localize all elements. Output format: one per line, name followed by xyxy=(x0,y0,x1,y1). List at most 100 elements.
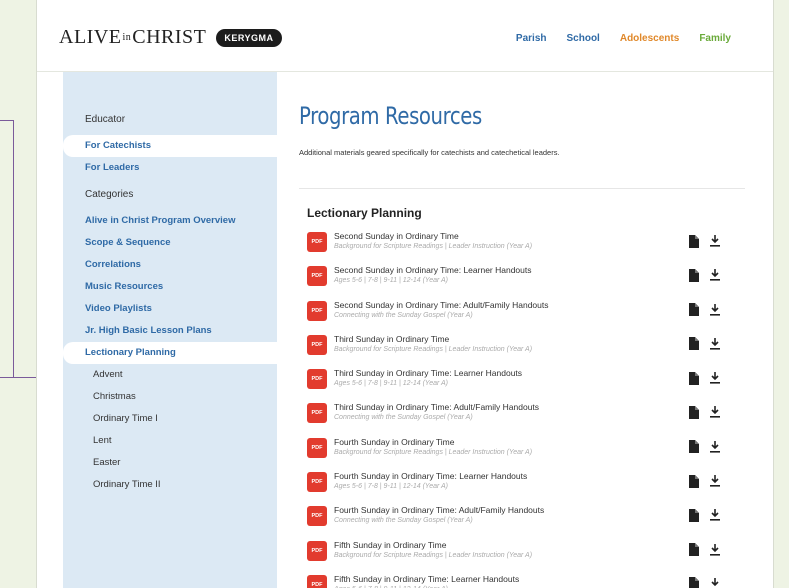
resource-subtitle: Connecting with the Sunday Gospel (Year … xyxy=(334,414,473,422)
pdf-icon[interactable]: PDF xyxy=(307,232,327,252)
open-file-icon[interactable] xyxy=(688,577,700,588)
resource-row: PDF Third Sunday in Ordinary Time: Learne… xyxy=(307,365,733,399)
download-icon[interactable] xyxy=(709,405,721,419)
download-icon[interactable] xyxy=(709,268,721,282)
sidebar-heading-categories: Categories xyxy=(85,189,134,200)
nav-link-parish[interactable]: Parish xyxy=(516,33,547,44)
open-file-icon[interactable] xyxy=(688,543,700,557)
download-icon[interactable] xyxy=(709,440,721,454)
section-title: Lectionary Planning xyxy=(307,206,422,220)
open-file-icon[interactable] xyxy=(688,440,700,454)
pdf-icon[interactable]: PDF xyxy=(307,403,327,424)
open-file-icon[interactable] xyxy=(688,405,700,419)
resource-list: PDF Second Sunday in Ordinary Time Backgro… xyxy=(307,228,733,588)
page-intro: Additional materials geared specifically… xyxy=(299,148,560,157)
sidebar-item-video-playlists[interactable]: Video Playlists xyxy=(63,298,277,320)
resource-title[interactable]: Third Sunday in Ordinary Time: Adult/Fam… xyxy=(334,402,539,412)
open-file-icon[interactable] xyxy=(688,268,700,282)
sidebar-subitem-easter[interactable]: Easter xyxy=(63,452,277,474)
resource-subtitle: Connecting with the Sunday Gospel (Year … xyxy=(334,517,473,525)
open-file-icon[interactable] xyxy=(688,337,700,351)
resource-title[interactable]: Fifth Sunday in Ordinary Time xyxy=(334,540,446,550)
resource-row: PDF Second Sunday in Ordinary Time: Learn… xyxy=(307,262,733,296)
resource-row: PDF Third Sunday in Ordinary Time Backgrou… xyxy=(307,331,733,365)
resource-subtitle: Background for Scripture Readings | Lead… xyxy=(334,551,533,559)
browser-page: ALIVE in CHRIST KERYGMA Parish School Adol… xyxy=(36,0,774,588)
resource-subtitle: Ages 5-6 | 7-8 | 9-11 | 12-14 (Year A) xyxy=(334,483,449,491)
resource-subtitle: Background for Scripture Readings | Lead… xyxy=(334,243,533,250)
resource-subtitle: Background for Scripture Readings | Lead… xyxy=(334,345,533,353)
nav-link-school[interactable]: School xyxy=(567,33,600,44)
download-icon[interactable] xyxy=(709,474,721,488)
nav-link-family[interactable]: Family xyxy=(699,33,731,44)
resource-row: PDF Second Sunday in Ordinary Time Backgro… xyxy=(307,228,733,262)
sidebar-item-for-leaders[interactable]: For Leaders xyxy=(63,157,277,179)
resource-row: PDF Third Sunday in Ordinary Time: Adult/… xyxy=(307,399,733,433)
resource-title[interactable]: Fourth Sunday in Ordinary Time: Learner … xyxy=(334,471,527,481)
divider xyxy=(299,188,745,189)
pdf-icon[interactable]: PDF xyxy=(307,540,327,561)
resource-title[interactable]: Second Sunday in Ordinary Time xyxy=(334,231,459,241)
open-file-icon[interactable] xyxy=(688,303,700,317)
resource-title[interactable]: Fifth Sunday in Ordinary Time: Learner H… xyxy=(334,574,519,584)
resource-row: PDF Second Sunday in Ordinary Time: Adult… xyxy=(307,297,733,331)
resource-row: PDF Fourth Sunday in Ordinary Time Backgro… xyxy=(307,434,733,468)
pdf-icon[interactable]: PDF xyxy=(307,574,327,588)
resource-subtitle: Ages 5-6 | 7-8 | 9-11 | 12-14 (Year A) xyxy=(334,277,449,285)
sidebar-subitem-advent[interactable]: Advent xyxy=(63,364,277,386)
callout-bracket xyxy=(0,120,14,378)
resource-title[interactable]: Third Sunday in Ordinary Time: Learner H… xyxy=(334,368,522,378)
resource-subtitle: Connecting with the Sunday Gospel (Year … xyxy=(334,311,473,319)
sidebar-subitem-ordinary-time-2[interactable]: Ordinary Time II xyxy=(63,474,277,496)
sidebar-item-jr-high-lesson-plans[interactable]: Jr. High Basic Lesson Plans xyxy=(63,320,277,342)
sidebar: Educator For Catechists For Leaders Cate… xyxy=(63,72,279,588)
site-logo[interactable]: ALIVE in CHRIST KERYGMA xyxy=(59,26,282,49)
resource-subtitle: Background for Scripture Readings | Lead… xyxy=(334,448,533,456)
sidebar-item-program-overview[interactable]: Alive in Christ Program Overview xyxy=(63,210,277,232)
resource-row: PDF Fourth Sunday in Ordinary Time: Adult… xyxy=(307,502,733,536)
top-nav: Parish School Adolescents Family xyxy=(516,33,731,44)
download-icon[interactable] xyxy=(709,337,721,351)
pdf-icon[interactable]: PDF xyxy=(307,300,327,321)
download-icon[interactable] xyxy=(709,543,721,557)
open-file-icon[interactable] xyxy=(688,234,700,248)
pdf-icon[interactable]: PDF xyxy=(307,437,327,458)
resource-row: PDF Fifth Sunday in Ordinary Time Backgrou… xyxy=(307,537,733,571)
sidebar-item-correlations[interactable]: Correlations xyxy=(63,254,277,276)
pdf-icon[interactable]: PDF xyxy=(307,369,327,390)
pdf-icon[interactable]: PDF xyxy=(307,334,327,355)
resource-title[interactable]: Fourth Sunday in Ordinary Time xyxy=(334,437,454,447)
resource-row: PDF Fifth Sunday in Ordinary Time: Learne… xyxy=(307,571,733,588)
sidebar-subitem-lent[interactable]: Lent xyxy=(63,430,277,452)
sidebar-item-lectionary-planning[interactable]: Lectionary Planning xyxy=(63,342,279,364)
open-file-icon[interactable] xyxy=(688,371,700,385)
resource-title[interactable]: Third Sunday in Ordinary Time xyxy=(334,334,449,344)
logo-word-in: in xyxy=(122,32,132,43)
pdf-icon[interactable]: PDF xyxy=(307,472,327,493)
sidebar-item-for-catechists[interactable]: For Catechists xyxy=(63,135,279,157)
download-icon[interactable] xyxy=(709,577,721,588)
download-icon[interactable] xyxy=(709,371,721,385)
site-header: ALIVE in CHRIST KERYGMA Parish School Adol… xyxy=(37,0,773,72)
kerygma-badge: KERYGMA xyxy=(216,28,282,47)
resource-title[interactable]: Second Sunday in Ordinary Time: Learner … xyxy=(334,265,532,275)
sidebar-item-scope-sequence[interactable]: Scope & Sequence xyxy=(63,232,277,254)
download-icon[interactable] xyxy=(709,234,721,248)
sidebar-item-music-resources[interactable]: Music Resources xyxy=(63,276,277,298)
open-file-icon[interactable] xyxy=(688,508,700,522)
resource-row: PDF Fourth Sunday in Ordinary Time: Learn… xyxy=(307,468,733,502)
pdf-icon[interactable]: PDF xyxy=(307,506,327,527)
resource-subtitle: Ages 5-6 | 7-8 | 9-11 | 12-14 (Year A) xyxy=(334,380,449,388)
sidebar-subitem-ordinary-time-1[interactable]: Ordinary Time I xyxy=(63,408,277,430)
logo-word-christ: CHRIST xyxy=(132,26,207,48)
resource-title[interactable]: Fourth Sunday in Ordinary Time: Adult/Fa… xyxy=(334,505,544,515)
sidebar-heading-educator: Educator xyxy=(85,114,126,125)
resource-title[interactable]: Second Sunday in Ordinary Time: Adult/Fa… xyxy=(334,300,549,310)
pdf-icon[interactable]: PDF xyxy=(307,266,327,287)
nav-link-adolescents[interactable]: Adolescents xyxy=(620,33,679,44)
download-icon[interactable] xyxy=(709,303,721,317)
open-file-icon[interactable] xyxy=(688,474,700,488)
download-icon[interactable] xyxy=(709,508,721,522)
sidebar-subitem-christmas[interactable]: Christmas xyxy=(63,386,277,408)
logo-word-alive: ALIVE xyxy=(59,26,122,48)
